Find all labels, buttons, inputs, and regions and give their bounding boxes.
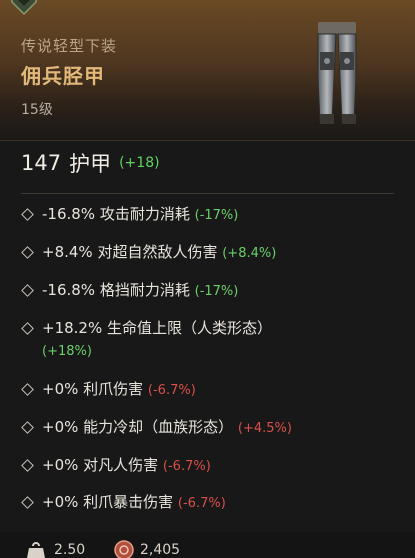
diamond-bullet-icon — [21, 322, 34, 335]
stat-delta: (+8.4%) — [222, 246, 277, 261]
item-tooltip: 传说轻型下装 佣兵胫甲 15级 147 护甲 (+18) -16.8% 攻击耐力… — [0, 0, 415, 558]
stat-delta: (-6.7%) — [177, 496, 226, 511]
stat-text: +18.2% 生命值上限（人类形态） — [42, 319, 272, 337]
coin-icon — [114, 540, 134, 558]
rarity-emblem-icon — [11, 0, 37, 16]
stat-delta: (-6.7%) — [147, 383, 196, 398]
diamond-bullet-icon — [21, 459, 34, 472]
stat-text: +0% 能力冷却（血族形态） — [42, 418, 234, 436]
diamond-bullet-icon — [21, 208, 34, 221]
stat-line: -16.8% 攻击耐力消耗 (-17%) — [21, 203, 401, 227]
item-type: 传说轻型下装 — [21, 37, 118, 55]
stat-text: +0% 利爪伤害 — [42, 380, 144, 398]
gold-value: 2,405 — [140, 542, 181, 558]
item-name: 佣兵胫甲 — [21, 64, 105, 88]
armor-value: 147 — [21, 151, 62, 175]
diamond-bullet-icon — [21, 496, 34, 509]
armor-label: 护甲 — [69, 152, 112, 176]
stat-line: -16.8% 格挡耐力消耗 (-17%) — [21, 279, 401, 303]
stat-line: +8.4% 对超自然敌人伤害 (+8.4%) — [21, 241, 401, 265]
stat-delta: (-17%) — [194, 284, 239, 299]
stat-line: +0% 对凡人伤害 (-6.7%) — [21, 454, 401, 478]
stat-delta: (+18%) — [42, 344, 92, 359]
weight-value: 2.50 — [54, 542, 86, 558]
divider — [21, 193, 394, 194]
diamond-bullet-icon — [21, 383, 34, 396]
stat-line: +0% 利爪伤害 (-6.7%) — [21, 378, 401, 402]
diamond-bullet-icon — [21, 421, 34, 434]
tooltip-footer: 2.50 2,405 — [0, 532, 415, 558]
stat-delta: (-6.7%) — [162, 459, 211, 474]
stat-text: +8.4% 对超自然敌人伤害 — [42, 243, 218, 261]
stat-text: +0% 对凡人伤害 — [42, 456, 159, 474]
greaves-icon — [317, 22, 357, 124]
stat-delta: (+4.5%) — [237, 421, 292, 436]
stat-line: +18.2% 生命值上限（人类形态） (+18%) — [21, 317, 401, 363]
weight-icon — [27, 542, 45, 558]
stat-text: +0% 利爪暴击伤害 — [42, 493, 174, 511]
stat-text: -16.8% 格挡耐力消耗 — [42, 281, 190, 299]
armor-delta: (+18) — [119, 155, 160, 171]
armor-row: 147 护甲 (+18) — [21, 148, 160, 178]
diamond-bullet-icon — [21, 246, 34, 259]
tooltip-header: 传说轻型下装 佣兵胫甲 15级 — [0, 0, 415, 141]
stat-line: +0% 利爪暴击伤害 (-6.7%) — [21, 491, 401, 515]
item-level: 15级 — [21, 102, 53, 118]
stat-delta: (-17%) — [194, 208, 239, 223]
stat-line: +0% 能力冷却（血族形态） (+4.5%) — [21, 416, 401, 440]
stat-text: -16.8% 攻击耐力消耗 — [42, 205, 190, 223]
diamond-bullet-icon — [21, 284, 34, 297]
